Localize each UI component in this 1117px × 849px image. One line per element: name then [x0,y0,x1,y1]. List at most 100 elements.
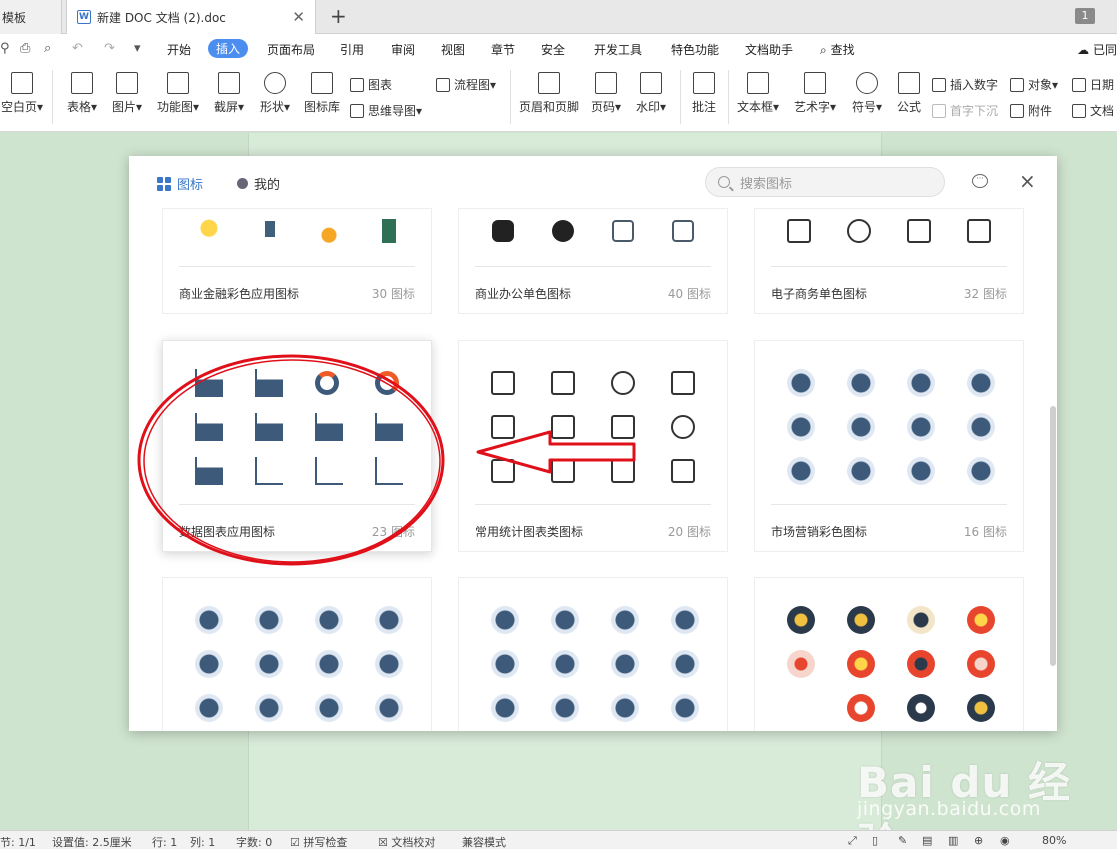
print-icon[interactable]: ⎙ [20,41,30,56]
flowchart-icon [436,77,450,92]
object-button[interactable]: 对象 ▾ [1010,76,1058,93]
page-view-icon[interactable]: ▤ [922,834,932,847]
menu-security[interactable]: 安全 [541,41,565,58]
menu-home[interactable]: 开始 [167,41,191,58]
icon-set-card-data-charts[interactable]: 数据图表应用图标 23 图标 [162,340,432,552]
cloud-sync[interactable]: ☁ 已同 [1077,41,1117,58]
status-col: 列: 1 [190,836,216,849]
hand-card-icon [195,694,223,722]
bar-chart-icon [375,413,403,441]
chart-button[interactable]: 图表 [350,76,392,93]
doc-proof-button[interactable]: ☒ 文档校对 [378,834,435,849]
date-button[interactable]: 日期 [1072,76,1114,93]
attachment-button[interactable]: 附件 [1010,102,1052,119]
undo-icon[interactable]: ↶ [72,41,83,56]
read-mode-icon[interactable]: ▯ [872,834,878,847]
share-icon[interactable]: ⚲ [0,41,10,56]
icon-set-card[interactable] [162,577,432,731]
write-mode-icon[interactable]: ✎ [898,834,907,847]
page-number-button[interactable]: 页码▾ [588,72,624,115]
status-bar: 节: 1/1 设置值: 2.5厘米 行: 1 列: 1 字数: 0 ☑ 拼写检查… [0,830,1117,849]
comment-button[interactable]: 批注 [688,72,720,115]
customize-icon[interactable]: ▾ [134,41,141,56]
formula-button[interactable]: 公式 [894,72,924,115]
atm-icon [255,694,283,722]
eye-icon[interactable]: ◉ [1000,834,1010,847]
spell-check-button[interactable]: ☑ 拼写检查 [290,834,347,849]
menu-page-layout[interactable]: 页面布局 [267,41,315,58]
blank-page-button[interactable]: 空白页▾ [0,72,44,115]
feedback-icon[interactable]: ··· [972,174,988,188]
outline-view-icon[interactable]: ▥ [948,834,958,847]
screenshot-button[interactable]: 截屏▾ [210,72,248,115]
icon-set-name: 商业金融彩色应用图标 [179,287,300,301]
wordart-button[interactable]: 艺术字▾ [792,72,838,115]
phone-icon [255,217,283,245]
scrollbar-thumb[interactable] [1050,406,1056,666]
donut-chart-icon [315,371,339,395]
insert-number-button[interactable]: 插入数字 [932,76,998,93]
table-button[interactable]: 表格▾ [64,72,100,115]
menu-view[interactable]: 视图 [441,41,465,58]
flowchart-button[interactable]: 流程图 ▾ [436,76,496,93]
icon-set-card[interactable]: 电子商务单色图标 32 图标 [754,208,1024,314]
tab-templates[interactable]: 模板 [0,0,62,34]
status-section: 节: 1/1 [0,836,36,849]
textbox-button[interactable]: 文本框▾ [736,72,780,115]
blank-page-label: 空白页 [0,100,37,114]
watermark-label: 水印 [635,100,660,114]
icon-set-card[interactable] [754,577,1024,731]
doc-proof-label: 文档校对 [391,836,436,849]
status-compat: 兼容模式 [462,836,506,849]
dropcap-button[interactable]: 首字下沉 [932,102,998,119]
status-words[interactable]: 字数: 0 [236,834,272,849]
icon-set-card[interactable]: 市场营销彩色图标 16 图标 [754,340,1024,552]
close-dialog-button[interactable]: × [1019,169,1036,193]
menu-special[interactable]: 特色功能 [671,41,719,58]
pie-chart-icon [375,371,399,395]
icon-preview-grid [489,606,699,722]
menu-search[interactable]: ⌕ 查找 [820,41,855,58]
symbol-button[interactable]: 符号▾ [850,72,884,115]
menu-developer[interactable]: 开发工具 [594,41,642,58]
menu-chapter[interactable]: 章节 [491,41,515,58]
icon-library-button[interactable]: 图标库 [302,72,342,115]
menu-insert[interactable]: 插入 [208,39,249,58]
header-footer-button[interactable]: 页眉和页脚 [518,72,580,115]
watermark-button[interactable]: 水印▾ [632,72,670,115]
new-tab-icon[interactable]: + [330,4,347,28]
preview-icon[interactable]: ⌕ [44,41,51,56]
close-tab-icon[interactable]: ✕ [292,8,305,26]
menu-references[interactable]: 引用 [340,41,364,58]
line-points-icon [491,459,515,483]
tab-mine[interactable]: 我的 [237,174,280,193]
icon-set-name: 数据图表应用图标 [179,525,276,539]
icon-set-count: 23 图标 [371,525,415,539]
function-chart-button[interactable]: 功能图▾ [154,72,202,115]
icon-set-card[interactable]: 商业办公单色图标 40 图标 [458,208,728,314]
menu-review[interactable]: 审阅 [391,41,415,58]
redo-icon[interactable]: ↷ [104,41,115,56]
icon-set-card[interactable]: 常用统计图表类图标 20 图标 [458,340,728,552]
lightbulb-icon [195,217,223,245]
blank-page-icon [11,72,33,94]
mindmap-button[interactable]: 思维导图 ▾ [350,102,422,119]
menu-doc-assistant[interactable]: 文档助手 [745,41,793,58]
icon-search-input[interactable]: 搜索图标 [705,167,945,197]
web-view-icon[interactable]: ⊕ [974,834,983,847]
icon-set-card[interactable]: 商业金融彩色应用图标 30 图标 [162,208,432,314]
tab-document[interactable]: W 新建 DOC 文档 (2).doc ✕ [66,0,316,34]
picture-label: 图片 [111,100,136,114]
tab-templates-label: 模板 [2,10,27,25]
shape-button[interactable]: 形状▾ [256,72,294,115]
speaker-icon [907,694,935,722]
tab-icons-label: 图标 [177,178,204,193]
docpart-button[interactable]: 文档 [1072,102,1114,119]
picture-button[interactable]: 图片▾ [108,72,146,115]
tab-icons[interactable]: 图标 [157,174,203,193]
docpart-label: 文档 [1090,104,1115,118]
fullscreen-icon[interactable]: ⤢ [848,834,857,848]
bar-chart-icon [195,413,223,441]
icon-set-card[interactable] [458,577,728,731]
zoom-level[interactable]: 80% [1042,834,1066,847]
